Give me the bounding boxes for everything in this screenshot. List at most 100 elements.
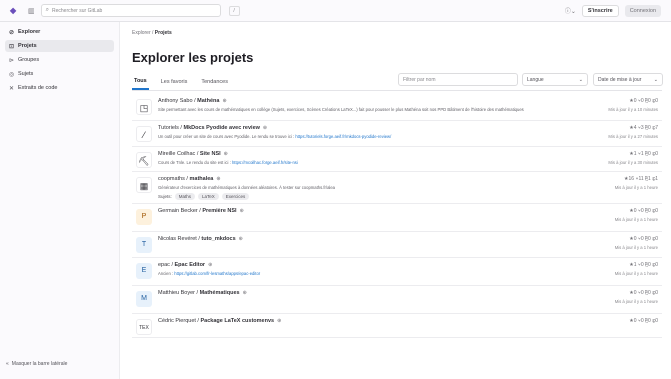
search-input[interactable]: ⌕ Rechercher sur GitLab xyxy=(40,4,221,17)
project-row[interactable]: ▦ coopmaths / mathalea ⊕ Générateur d'exerc… xyxy=(132,172,662,204)
collapse-sidebar-button[interactable]: « Masquer la barre latérale xyxy=(6,361,67,367)
compass-icon: ⊘ xyxy=(9,29,15,36)
public-visibility-icon: ⊕ xyxy=(223,151,228,157)
sidebar-item-label: Extraits de code xyxy=(18,85,58,91)
breadcrumb: Explorer / Projets xyxy=(132,30,172,36)
sidebar-item-groups[interactable]: ⊳ Groupes xyxy=(5,54,114,66)
project-name[interactable]: Tutoriels / MkDocs Pyodide avec review ⊕ xyxy=(158,125,267,131)
public-visibility-icon: ⊕ xyxy=(242,290,247,296)
login-button[interactable]: Connexion xyxy=(624,4,661,17)
project-description-text: Cours de Tnle. Le rendu du site est ici … xyxy=(158,160,232,165)
project-row[interactable]: Eepac / Epac Editor ⊕ Ancien : https://git… xyxy=(132,258,662,286)
project-description-link[interactable]: https://tutoriels.forge.aeif.fr/mkdocs-p… xyxy=(295,134,391,139)
help-icon[interactable]: ⓘ⌄ xyxy=(565,6,576,15)
tab-starred[interactable]: Les favoris xyxy=(159,79,190,90)
project-title: Mathéna xyxy=(197,98,220,104)
project-row[interactable]: ⁄ Tutoriels / MkDocs Pyodide avec review ⊕… xyxy=(132,121,662,147)
sidebar-item-projects[interactable]: ⊡ Projets xyxy=(5,40,114,52)
topic-badge[interactable]: LaTeX xyxy=(198,193,219,200)
project-row[interactable]: TEX Cédric Pierquet / Package LaTeX custo… xyxy=(132,314,662,338)
gitlab-window: ◆ ▥ ⌕ Rechercher sur GitLab / ⓘ⌄ S'inscr… xyxy=(0,0,671,379)
project-name[interactable]: coopmaths / mathalea ⊕ xyxy=(158,176,221,182)
sidebar-item-snippets[interactable]: ✕ Extraits de code xyxy=(5,82,114,94)
project-updated-time: Mis à jour il y a 10 minutes xyxy=(608,107,658,112)
language-select[interactable]: Langue ⌄ xyxy=(522,73,588,86)
tab-trending[interactable]: Tendances xyxy=(199,79,230,90)
sidebar-item-topics[interactable]: ◎ Sujets xyxy=(5,68,114,80)
topic-badge[interactable]: Exercices xyxy=(221,193,250,200)
chevron-down-icon: ⌄ xyxy=(653,77,658,83)
project-stats: ★0 ⑂0 ⎘0 ⓘ0 xyxy=(629,236,658,242)
project-avatar[interactable]: ⛏ xyxy=(136,152,152,168)
public-visibility-icon: ⊕ xyxy=(262,125,268,131)
project-title: Epac Editor xyxy=(174,262,206,268)
project-owner: Nicolas Revéret / xyxy=(158,236,202,242)
project-updated-time: Mis à jour il y a 1 heure xyxy=(614,299,658,304)
project-owner: coopmaths / xyxy=(158,176,190,182)
topic-icon: ◎ xyxy=(9,71,15,78)
project-stats: ★1 ⑂0 ⎘0 ⓘ0 xyxy=(629,262,658,268)
project-name[interactable]: Nicolas Revéret / tuto_mkdocs ⊕ xyxy=(158,236,243,242)
sidebar-item-label: Explorer xyxy=(18,29,41,35)
sidebar-toggle-icon[interactable]: ▥ xyxy=(28,7,35,15)
collapse-sidebar-label: Masquer la barre latérale xyxy=(11,361,68,367)
project-name[interactable]: Cédric Pierquet / Package LaTeX customen… xyxy=(158,318,281,324)
project-title: Première NSI xyxy=(202,208,237,214)
project-description: Cours de Tnle. Le rendu du site est ici … xyxy=(158,160,538,166)
gitlab-logo-icon[interactable]: ◆ xyxy=(10,6,20,15)
tab-all[interactable]: Tous xyxy=(132,78,149,90)
project-name[interactable]: Mireille Coilhac / Site NSI ⊕ xyxy=(158,151,228,157)
project-updated-time: Mis à jour il y a 30 minutes xyxy=(608,160,658,165)
project-description-text: Générateur d'exercices de mathématiques … xyxy=(158,185,336,190)
project-updated-time: Mis à jour il y a 1 heure xyxy=(614,217,658,222)
breadcrumb-root[interactable]: Explorer xyxy=(132,30,151,36)
sidebar-item-label: Projets xyxy=(18,43,37,49)
sidebar: ⊘ Explorer ⊡ Projets ⊳ Groupes ◎ Sujets … xyxy=(0,22,120,379)
chevron-down-icon: ⌄ xyxy=(578,77,583,83)
main-content: Explorer / Projets Explorer les projets … xyxy=(120,22,671,379)
project-name[interactable]: Matthieu Boyer / Mathématiques ⊕ xyxy=(158,290,247,296)
sidebar-item-explore[interactable]: ⊘ Explorer xyxy=(5,26,114,38)
project-description-text: Ancien : xyxy=(158,271,175,276)
search-icon: ⌕ xyxy=(45,7,49,13)
project-owner: Matthieu Boyer / xyxy=(158,290,200,296)
public-visibility-icon: ⊕ xyxy=(239,208,244,214)
project-row[interactable]: T Nicolas Revéret / tuto_mkdocs ⊕ ★0 ⑂0 ⎘0 … xyxy=(132,232,662,258)
project-title: MkDocs Pyodide avec review xyxy=(183,125,260,131)
signup-button[interactable]: S'inscrire xyxy=(581,4,619,17)
project-row[interactable]: P Germain Becker / Première NSI ⊕ ★0 ⑂0 ⎘0 … xyxy=(132,204,662,232)
project-owner: epac / xyxy=(158,262,175,268)
project-icon: ⊡ xyxy=(9,43,15,50)
public-visibility-icon: ⊕ xyxy=(277,318,282,324)
project-row[interactable]: M Matthieu Boyer / Mathématiques ⊕ ★0 ⑂0 ⎘0… xyxy=(132,286,662,314)
project-avatar[interactable]: E xyxy=(136,263,152,279)
project-name[interactable]: Germain Becker / Première NSI ⊕ xyxy=(158,208,244,214)
project-avatar[interactable]: ⁄ xyxy=(136,126,152,142)
project-avatar[interactable]: ◳ xyxy=(136,99,152,115)
project-description-link[interactable]: https://mcoilhac.forge.aeif.fr/site-nsi xyxy=(232,160,298,165)
project-row[interactable]: ◳ Anthony Sabo / Mathéna ⊕ Site permettant … xyxy=(132,94,662,121)
project-description-text: Un outil pour créer un site de cours ave… xyxy=(158,134,296,139)
project-name[interactable]: Anthony Sabo / Mathéna ⊕ xyxy=(158,98,227,104)
project-title: Package LaTeX customenvs xyxy=(200,318,275,324)
filter-by-name-input[interactable]: Filtrer par nom xyxy=(398,73,518,86)
topic-badge[interactable]: Maths xyxy=(174,193,196,200)
project-avatar[interactable]: M xyxy=(136,291,152,307)
project-row[interactable]: ⛏ Mireille Coilhac / Site NSI ⊕ Cours de Tn… xyxy=(132,147,662,172)
project-avatar[interactable]: TEX xyxy=(136,319,152,335)
sort-select[interactable]: Date de mise à jour ⌄ xyxy=(593,73,663,86)
breadcrumb-current: Projets xyxy=(154,30,172,36)
project-name[interactable]: epac / Epac Editor ⊕ xyxy=(158,262,212,268)
project-avatar[interactable]: T xyxy=(136,237,152,253)
project-description: Ancien : https://gitlab.com/fr-lesmaths/… xyxy=(158,271,538,277)
project-owner: Mireille Coilhac / xyxy=(158,151,200,157)
project-owner: Cédric Pierquet / xyxy=(158,318,201,324)
public-visibility-icon: ⊕ xyxy=(216,176,221,182)
project-avatar[interactable]: P xyxy=(136,209,152,225)
top-right-actions: ⓘ⌄ S'inscrire Connexion xyxy=(565,4,661,17)
project-description: Site permettant avec les cours de mathém… xyxy=(158,107,538,113)
project-description-link[interactable]: https://gitlab.com/fr-lesmaths/apps/epac… xyxy=(174,271,260,276)
project-topics: Sujets: Maths LaTeX Exercices xyxy=(158,193,250,200)
project-stats: ★4 ⑂3 ⎘0 ⓘ7 xyxy=(629,125,658,131)
project-avatar[interactable]: ▦ xyxy=(136,177,152,193)
